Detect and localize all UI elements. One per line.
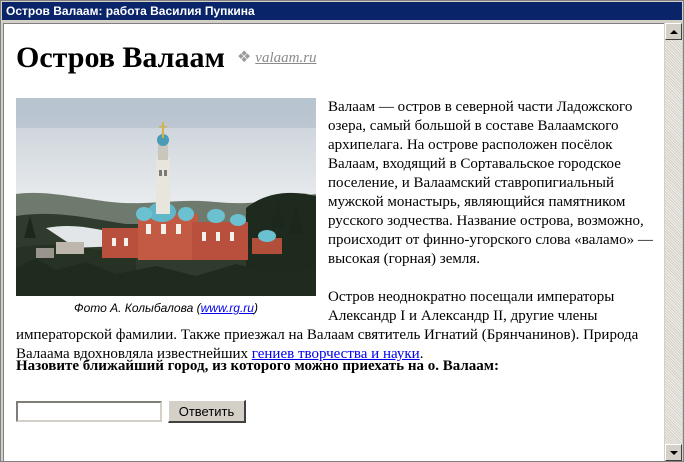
caption-source-link[interactable]: www.rg.ru — [201, 301, 254, 315]
answer-input[interactable] — [16, 401, 162, 422]
caption-suffix: ) — [253, 301, 258, 315]
arrow-down-icon — [669, 450, 678, 455]
article: Фото А. Колыбалова (www.rg.ru) Валаам — … — [16, 98, 656, 364]
answer-button[interactable]: Ответить — [168, 400, 246, 423]
photo-caption: Фото А. Колыбалова (www.rg.ru) — [16, 300, 316, 316]
scroll-down-button[interactable] — [665, 444, 682, 461]
window-title: Остров Валаам: работа Василия Пупкина — [2, 2, 682, 20]
scroll-up-button[interactable] — [665, 23, 682, 40]
page-viewport: Остров Валаам ❖ valaam.ru Фото А. Колыба… — [3, 23, 664, 461]
browser-window: Остров Валаам: работа Василия Пупкина Ос… — [0, 0, 684, 462]
site-link[interactable]: ❖ valaam.ru — [237, 40, 317, 76]
answer-form: Ответить — [16, 400, 246, 423]
caption-prefix: Фото А. Колыбалова ( — [74, 301, 201, 315]
photo-block: Фото А. Колыбалова (www.rg.ru) — [16, 98, 316, 316]
arrow-up-icon — [669, 29, 678, 34]
site-link-text[interactable]: valaam.ru — [255, 40, 316, 76]
ornament-icon: ❖ — [236, 49, 252, 66]
page-title: Остров Валаам — [16, 41, 225, 74]
page-content: Остров Валаам ❖ valaam.ru Фото А. Колыба… — [16, 40, 656, 423]
quiz-question: Назовите ближайший город, из которого мо… — [16, 358, 499, 374]
monastery-photo — [16, 98, 316, 296]
vertical-scrollbar[interactable] — [665, 23, 682, 461]
page-title-row: Остров Валаам ❖ valaam.ru — [16, 40, 656, 76]
